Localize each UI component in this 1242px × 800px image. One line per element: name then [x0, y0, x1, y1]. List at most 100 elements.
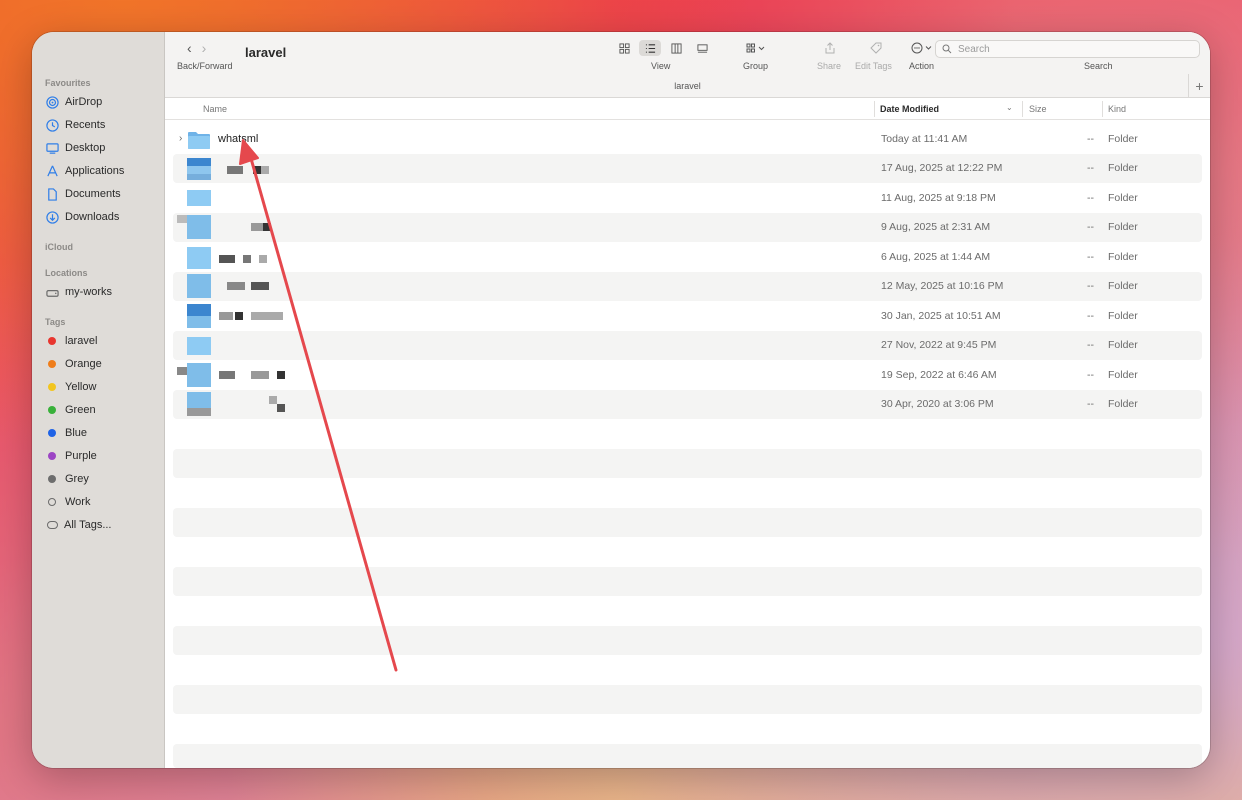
table-row[interactable]: 12 May, 2025 at 10:16 PM -- Folder — [173, 272, 1202, 301]
back-chevron-icon[interactable]: ‹ — [187, 40, 192, 56]
table-row[interactable]: 30 Jan, 2025 at 10:51 AM -- Folder — [173, 302, 1202, 331]
file-size: -- — [1087, 280, 1094, 292]
sidebar-tag-grey[interactable]: Grey — [45, 469, 89, 489]
redacted-name — [259, 255, 267, 263]
download-icon — [45, 210, 59, 224]
action-ellipsis-icon[interactable] — [909, 41, 935, 55]
group-icon[interactable] — [743, 42, 769, 56]
table-row[interactable]: 30 Apr, 2020 at 3:06 PM -- Folder — [173, 390, 1202, 419]
redacted-name — [235, 312, 243, 320]
table-row[interactable]: 6 Aug, 2025 at 1:44 AM -- Folder — [173, 243, 1202, 272]
search-icon — [942, 44, 952, 54]
sidebar-item-my-works[interactable]: my-works — [45, 282, 112, 302]
column-header-kind[interactable]: Kind — [1108, 104, 1126, 114]
table-row[interactable]: › whatsml Today at 11:41 AM -- Folder — [173, 125, 1202, 154]
group-label: Group — [743, 61, 769, 71]
pixelated-folder-icon — [187, 408, 211, 416]
sidebar-tag-blue[interactable]: Blue — [45, 423, 87, 443]
sidebar-item-label: Orange — [65, 358, 102, 370]
edit-tags-label: Edit Tags — [855, 61, 892, 71]
sidebar-tag-work[interactable]: Work — [45, 492, 90, 512]
sidebar-item-label: my-works — [65, 286, 113, 298]
tag-icon[interactable] — [869, 41, 883, 55]
column-divider[interactable] — [1102, 101, 1103, 117]
tag-ring-icon — [48, 498, 56, 506]
folder-icon — [188, 132, 210, 149]
view-switcher — [613, 40, 713, 56]
sidebar-tag-yellow[interactable]: Yellow — [45, 377, 96, 397]
sidebar-item-label: Blue — [65, 427, 88, 439]
sidebar-item-desktop[interactable]: Desktop — [45, 138, 105, 158]
path-title: laravel — [674, 81, 701, 91]
tag-color-dot — [48, 406, 56, 414]
column-header-size[interactable]: Size — [1029, 104, 1047, 114]
redacted-name — [251, 223, 263, 231]
sidebar-item-airdrop[interactable]: AirDrop — [45, 92, 102, 112]
sidebar-tag-purple[interactable]: Purple — [45, 446, 97, 466]
add-tab-button[interactable]: + — [1188, 74, 1210, 98]
pixelated-folder-icon — [187, 392, 211, 408]
table-row[interactable]: 9 Aug, 2025 at 2:31 AM -- Folder — [173, 213, 1202, 242]
sidebar-item-label: Purple — [65, 450, 97, 462]
file-size: -- — [1087, 339, 1094, 351]
list-view-icon[interactable] — [639, 40, 661, 56]
sidebar-tag-green[interactable]: Green — [45, 400, 96, 420]
redacted-name — [269, 396, 277, 404]
redacted-name — [251, 371, 269, 379]
sidebar-item-label: Documents — [65, 188, 121, 200]
redacted-name — [261, 166, 269, 174]
table-row[interactable]: 17 Aug, 2025 at 12:22 PM -- Folder — [173, 154, 1202, 183]
sort-chevron-down-icon[interactable]: ⌄ — [1006, 103, 1013, 112]
action-label: Action — [909, 61, 935, 71]
file-date: 30 Apr, 2020 at 3:06 PM — [881, 398, 994, 410]
pixelated-folder-icon — [187, 190, 211, 206]
empty-row — [173, 567, 1202, 596]
file-kind: Folder — [1108, 310, 1138, 322]
disclosure-chevron-icon[interactable]: › — [179, 133, 182, 144]
sidebar-tag-laravel[interactable]: laravel — [45, 331, 97, 351]
sidebar-item-label: Downloads — [65, 211, 120, 223]
file-date: 12 May, 2025 at 10:16 PM — [881, 280, 1004, 292]
file-kind: Folder — [1108, 398, 1138, 410]
sidebar-item-label: Work — [65, 496, 91, 508]
sidebar-tag-orange[interactable]: Orange — [45, 354, 102, 374]
view-label: View — [651, 61, 671, 71]
sidebar-item-label: Recents — [65, 119, 106, 131]
file-date: 17 Aug, 2025 at 12:22 PM — [881, 162, 1003, 174]
file-size: -- — [1087, 162, 1094, 174]
column-header-date-modified[interactable]: Date Modified — [880, 104, 939, 114]
back-forward-label: Back/Forward — [177, 61, 233, 71]
gallery-view-icon[interactable] — [691, 40, 713, 56]
tags-icon — [47, 521, 58, 529]
forward-chevron-icon[interactable]: › — [202, 40, 207, 56]
icon-view-icon[interactable] — [613, 40, 635, 56]
file-name: whatsml — [218, 133, 259, 145]
sidebar-item-downloads[interactable]: Downloads — [45, 207, 119, 227]
file-date: 19 Sep, 2022 at 6:46 AM — [881, 369, 997, 381]
tag-color-dot — [48, 383, 56, 391]
column-header-name[interactable]: Name — [203, 104, 227, 114]
column-divider[interactable] — [874, 101, 875, 117]
pixelated-folder-icon — [187, 304, 211, 316]
tag-color-dot — [48, 360, 56, 368]
column-divider[interactable] — [1022, 101, 1023, 117]
sidebar-item-documents[interactable]: Documents — [45, 184, 121, 204]
sidebar-item-label: Green — [65, 404, 96, 416]
table-row[interactable]: 27 Nov, 2022 at 9:45 PM -- Folder — [173, 331, 1202, 360]
share-icon[interactable] — [823, 41, 837, 55]
sidebar-item-label: Grey — [65, 473, 89, 485]
file-date: 9 Aug, 2025 at 2:31 AM — [881, 221, 991, 233]
search-input[interactable]: Search — [935, 40, 1200, 58]
file-kind: Folder — [1108, 280, 1138, 292]
table-row[interactable]: 19 Sep, 2022 at 6:46 AM -- Folder — [173, 361, 1202, 390]
sidebar-all-tags[interactable]: All Tags... — [45, 515, 112, 535]
file-size: -- — [1087, 133, 1094, 145]
tag-color-dot — [48, 475, 56, 483]
applications-icon — [45, 164, 59, 178]
column-view-icon[interactable] — [665, 40, 687, 56]
favourites-heading: Favourites — [45, 78, 91, 88]
sidebar-item-applications[interactable]: Applications — [45, 161, 124, 181]
table-row[interactable]: 11 Aug, 2025 at 9:18 PM -- Folder — [173, 184, 1202, 213]
sidebar-item-label: laravel — [65, 335, 98, 347]
sidebar-item-recents[interactable]: Recents — [45, 115, 105, 135]
